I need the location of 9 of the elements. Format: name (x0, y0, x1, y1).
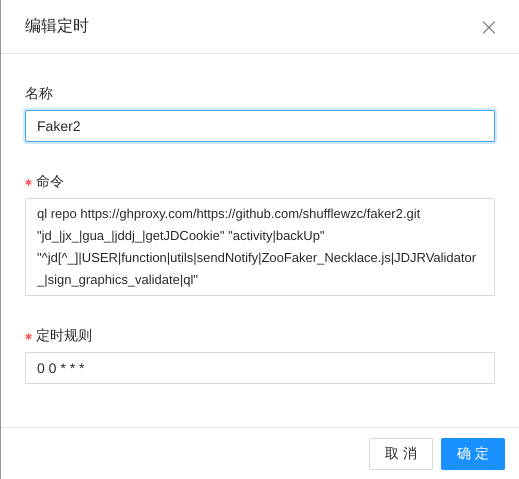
command-textarea[interactable]: ql repo https://ghproxy.com/https://github.com/shufflewzc/faker2.git "jd_|jx_|gua_|jddj_|getJDCookie" "activity|backUp" "^jd[^_]|USER|function|utils|sendNotify|ZooFaker_Necklace.js|JDJRValidator_|sign_graphics_validate|ql" (25, 198, 495, 296)
input-field[interactable]: 0 0 * * * (25, 352, 495, 384)
field-label: 命令 (36, 173, 64, 191)
input-field[interactable]: Faker2 (25, 110, 495, 142)
close-button[interactable]: × (474, 14, 503, 38)
field-label: 定时规则 (36, 327, 92, 345)
cancel-button[interactable]: 取 消 (369, 438, 434, 470)
field-label: 名称 (25, 85, 53, 103)
dialog-title: 编辑定时 (25, 16, 89, 37)
